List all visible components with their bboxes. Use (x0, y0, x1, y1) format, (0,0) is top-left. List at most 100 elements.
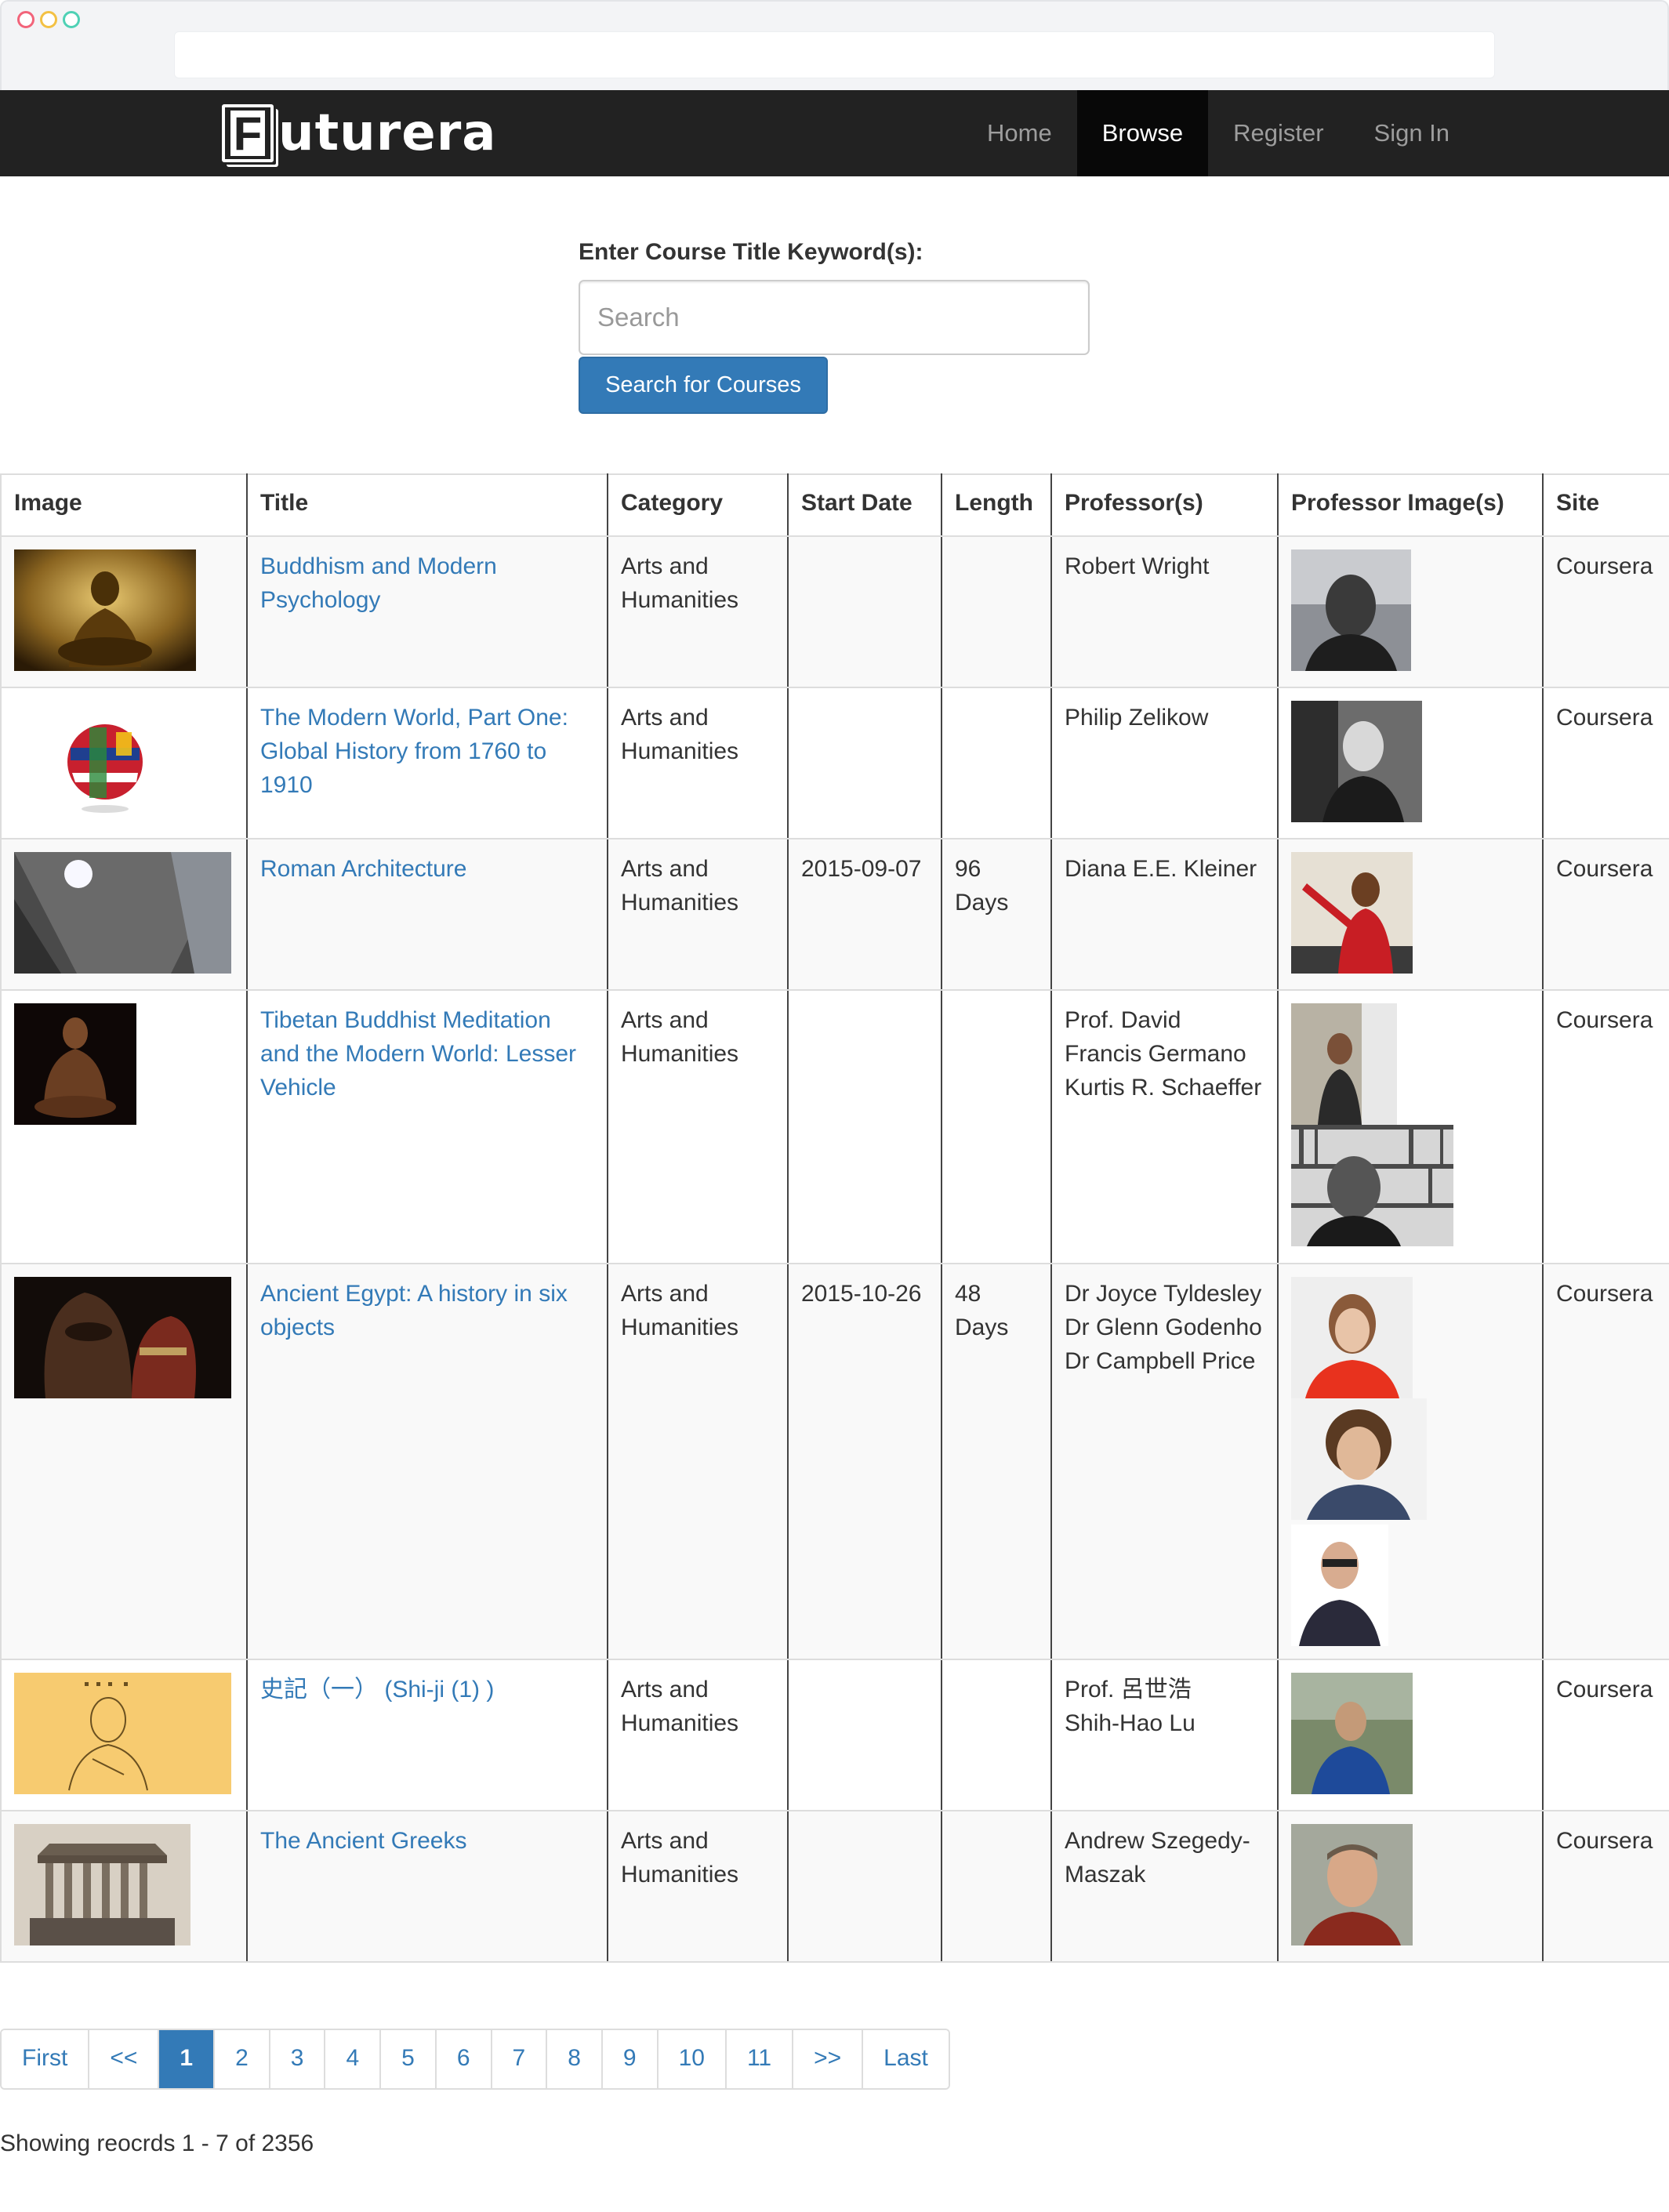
robert-wright-photo (1291, 549, 1411, 671)
page-last[interactable]: Last (863, 2030, 949, 2088)
course-title-link[interactable]: 史記（一） (Shi-ji (1) ) (260, 1677, 494, 1703)
parthenon-image[interactable] (14, 1824, 190, 1945)
course-category: Arts and Humanities (607, 1659, 789, 1811)
course-length (941, 535, 1052, 688)
table-row: Tibetan Buddhist Meditation and the Mode… (0, 989, 1669, 1264)
search-input[interactable] (579, 280, 1090, 355)
page-5[interactable]: 5 (381, 2030, 437, 2088)
page-9[interactable]: 9 (602, 2030, 659, 2088)
joyce-tyldesley-photo (1291, 1277, 1413, 1398)
course-length: 96 Days (941, 838, 1052, 991)
course-category: Arts and Humanities (607, 535, 789, 688)
nav-home[interactable]: Home (962, 90, 1077, 176)
egyptian-mask-image[interactable] (14, 1277, 231, 1398)
course-site: Coursera (1542, 1659, 1669, 1811)
header-length: Length (941, 473, 1052, 537)
page-3[interactable]: 3 (270, 2030, 326, 2088)
course-length (941, 687, 1052, 839)
course-image-cell (0, 1263, 248, 1660)
table-row: Buddhism and Modern Psychology Arts and … (0, 535, 1669, 688)
chinese-sketch-image[interactable] (14, 1673, 231, 1794)
professor-name: Diana E.E. Kleiner (1065, 856, 1257, 882)
professor-images-cell (1277, 1659, 1544, 1811)
page-6[interactable]: 6 (436, 2030, 492, 2088)
professor-name: Robert Wright (1065, 553, 1210, 579)
shih-hao-lu-photo (1291, 1673, 1413, 1794)
professor-name: Philip Zelikow (1065, 705, 1209, 731)
andrew-szegedy-maszak-photo (1291, 1824, 1413, 1945)
professor-name: Dr Joyce Tyldesley (1065, 1281, 1262, 1307)
course-image-cell (0, 838, 248, 991)
address-bar[interactable] (174, 31, 1495, 78)
buddha-statue-image[interactable] (14, 549, 196, 671)
course-category: Arts and Humanities (607, 687, 789, 839)
course-title-link[interactable]: Roman Architecture (260, 856, 466, 882)
course-title-link[interactable]: Ancient Egypt: A history in six objects (260, 1281, 568, 1340)
nav-sign-in[interactable]: Sign In (1349, 90, 1475, 176)
nav-browse[interactable]: Browse (1076, 90, 1209, 176)
course-image-cell (0, 989, 248, 1264)
browser-chrome (0, 0, 1669, 90)
course-title-link[interactable]: The Ancient Greeks (260, 1828, 466, 1854)
course-start-date (787, 1659, 942, 1811)
minimize-window-icon[interactable] (40, 11, 57, 28)
course-length (941, 989, 1052, 1264)
courses-table: Image Title Category Start Date Length P… (0, 473, 1669, 1963)
professor-name: Prof. 呂世浩 (1065, 1677, 1192, 1703)
close-window-icon[interactable] (17, 11, 34, 28)
pagination: First << 1 2 3 4 5 6 7 8 9 10 11 >> Last (0, 2029, 950, 2090)
page-next[interactable]: >> (793, 2030, 864, 2088)
professor-images-cell (1277, 989, 1544, 1264)
search-for-courses-button[interactable]: Search for Courses (579, 357, 828, 414)
course-length: 48 Days (941, 1263, 1052, 1660)
course-title-link[interactable]: Buddhism and Modern Psychology (260, 553, 497, 613)
course-title-link[interactable]: The Modern World, Part One: Global Histo… (260, 705, 568, 798)
table-row: Ancient Egypt: A history in six objects … (0, 1263, 1669, 1660)
pantheon-dome-image[interactable] (14, 852, 231, 974)
page-first[interactable]: First (2, 2030, 90, 2088)
course-length (941, 1659, 1052, 1811)
page-10[interactable]: 10 (658, 2030, 727, 2088)
page-4[interactable]: 4 (325, 2030, 382, 2088)
david-germano-photo (1291, 1003, 1397, 1125)
bronze-buddha-image[interactable] (14, 1003, 136, 1125)
professor-images-cell (1277, 838, 1544, 991)
maximize-window-icon[interactable] (63, 11, 80, 28)
search-label: Enter Course Title Keyword(s): (579, 239, 923, 265)
page-11[interactable]: 11 (726, 2030, 794, 2088)
course-image-cell (0, 535, 248, 688)
course-category: Arts and Humanities (607, 989, 789, 1264)
course-image-cell (0, 1659, 248, 1811)
logo-book-icon: F (222, 104, 274, 162)
table-row: The Modern World, Part One: Global Histo… (0, 687, 1669, 839)
nav-menu: Home Browse Register Sign In (962, 90, 1475, 176)
page-prev[interactable]: << (89, 2030, 160, 2088)
header-title: Title (246, 473, 608, 537)
header-category: Category (607, 473, 789, 537)
flag-globe-image[interactable] (14, 701, 196, 822)
nav-register[interactable]: Register (1208, 90, 1348, 176)
course-category: Arts and Humanities (607, 1810, 789, 1963)
course-site: Coursera (1542, 838, 1669, 991)
course-start-date (787, 1810, 942, 1963)
course-title-link[interactable]: Tibetan Buddhist Meditation and the Mode… (260, 1007, 576, 1101)
professor-name: Dr Glenn Godenho (1065, 1315, 1262, 1340)
page-7[interactable]: 7 (492, 2030, 548, 2088)
course-start-date (787, 989, 942, 1264)
header-professor-images: Professor Image(s) (1277, 473, 1544, 537)
page-8[interactable]: 8 (547, 2030, 603, 2088)
course-site: Coursera (1542, 1810, 1669, 1963)
page-2[interactable]: 2 (215, 2030, 270, 2088)
window-controls (17, 11, 80, 28)
course-length (941, 1810, 1052, 1963)
brand-name: uturera (278, 104, 497, 162)
course-category: Arts and Humanities (607, 838, 789, 991)
glenn-godenho-photo (1291, 1398, 1427, 1520)
page-1[interactable]: 1 (159, 2030, 216, 2088)
brand-logo[interactable]: F uturera (222, 102, 496, 165)
navbar: F uturera Home Browse Register Sign In (0, 90, 1669, 176)
course-start-date (787, 535, 942, 688)
course-start-date: 2015-09-07 (787, 838, 942, 991)
header-site: Site (1542, 473, 1669, 537)
course-site: Coursera (1542, 1263, 1669, 1660)
